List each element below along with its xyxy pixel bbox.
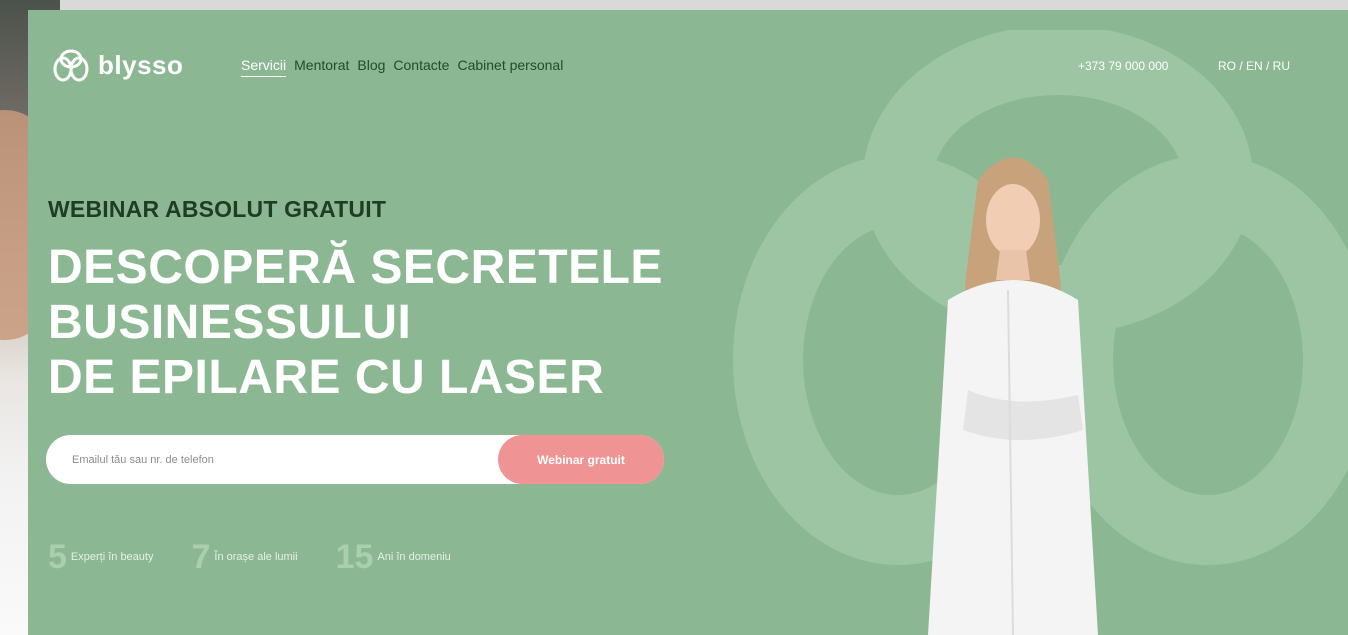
stat-label: Experți în beauty: [70, 551, 154, 563]
hero-headline: DESCOPERĂ SECRETELE BUSINESSULUI DE EPIL…: [48, 240, 663, 405]
headline-line: BUSINESSULUI: [48, 296, 412, 349]
stats-row: 5 Experți în beauty 7 În orașe ale lumii…: [48, 540, 451, 574]
main-menu: Servicii Mentorat Blog Contacte Cabinet …: [241, 57, 563, 77]
blysso-logo-icon: [53, 49, 89, 82]
stat-number: 5: [48, 538, 67, 576]
stat-number: 7: [191, 538, 211, 576]
stat-item: 5 Experți în beauty: [48, 540, 153, 574]
contact-input[interactable]: [70, 448, 494, 472]
hero-section: blysso Servicii Mentorat Blog Contacte C…: [28, 10, 1348, 635]
hero-eyebrow: WEBINAR ABSOLUT GRATUIT: [48, 196, 387, 222]
headline-line: DE EPILARE CU LASER: [48, 351, 605, 404]
doctor-photo: [928, 157, 1098, 635]
brand-logo[interactable]: blysso: [50, 47, 183, 83]
top-navigation: blysso Servicii Mentorat Blog Contacte C…: [28, 10, 1348, 120]
stat-number: 15: [335, 538, 374, 576]
brand-name: blysso: [98, 49, 184, 80]
menu-item-contacte[interactable]: Contacte: [393, 57, 449, 77]
stat-item: 15 Ani în domeniu: [336, 540, 451, 574]
stat-label: În orașe ale lumii: [214, 551, 298, 563]
language-switcher[interactable]: RO / EN / RU: [1218, 59, 1290, 73]
menu-item-cabinet-personal[interactable]: Cabinet personal: [457, 57, 563, 77]
headline-line: DESCOPERĂ SECRETELE: [48, 241, 663, 294]
stat-item: 7 În orașe ale lumii: [191, 540, 297, 574]
stat-label: Ani în domeniu: [377, 551, 451, 563]
menu-item-blog[interactable]: Blog: [357, 57, 385, 77]
menu-item-mentorat[interactable]: Mentorat: [294, 57, 349, 77]
webinar-signup-form: Webinar gratuit: [46, 435, 664, 484]
menu-item-servicii[interactable]: Servicii: [241, 57, 287, 77]
phone-link[interactable]: +373 79 000 000: [1078, 59, 1168, 73]
webinar-button[interactable]: Webinar gratuit: [498, 435, 664, 484]
